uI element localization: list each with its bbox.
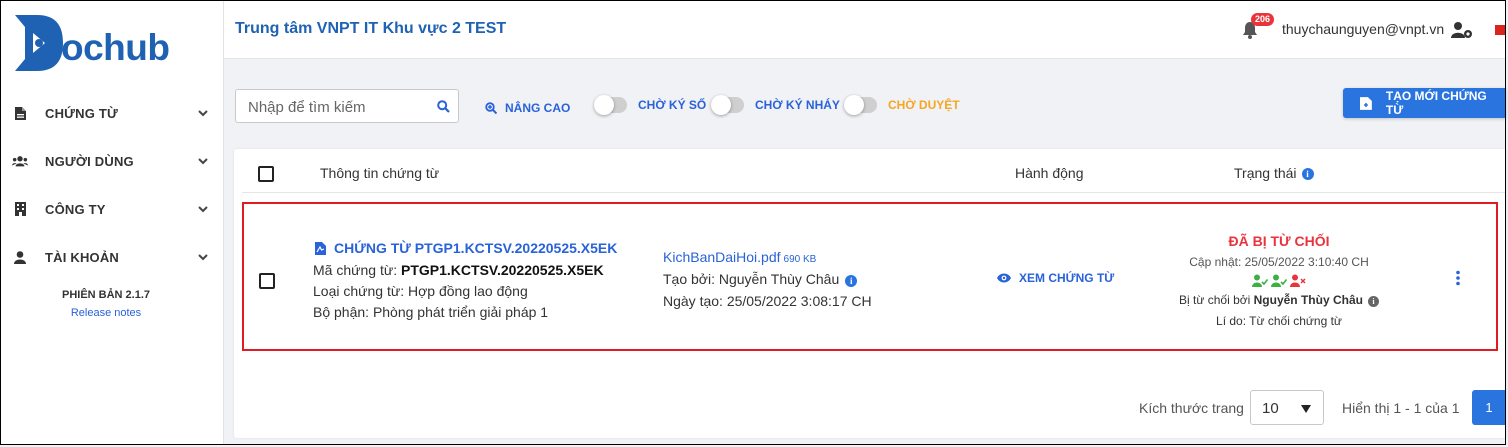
document-code-label: Mã chứng từ:	[313, 262, 401, 278]
user-settings-icon[interactable]	[1451, 21, 1473, 39]
sidebar-item-account[interactable]: TÀI KHOẢN	[1, 233, 223, 281]
user-icon	[12, 249, 28, 265]
sidebar-item-documents[interactable]: CHỨNG TỪ	[1, 89, 223, 137]
rejected-by-label: Bị từ chối bởi	[1179, 293, 1254, 307]
page-size-select[interactable]: 10	[1250, 390, 1324, 425]
advanced-search-label: NÂNG CAO	[505, 101, 571, 115]
logo[interactable]: ochub	[13, 13, 183, 73]
toggle-switch[interactable]	[844, 95, 877, 115]
pdf-file-icon	[315, 241, 326, 255]
filter-waiting-digital-sign[interactable]: CHỜ KÝ SỐ	[594, 95, 707, 115]
header-action: Hành động	[1015, 165, 1084, 181]
create-document-label: TẠO MỚI CHỨNG TỪ	[1385, 89, 1487, 117]
header-status-label: Trạng thái	[1234, 165, 1297, 181]
rejection-reason: Lí do: Từ chối chứng từ	[1216, 314, 1342, 328]
user-email[interactable]: thuychaunguyen@vnpt.vn	[1282, 21, 1444, 37]
sidebar-menu: CHỨNG TỪ NGƯỜI DÙNG CÔNG TY TÀI KHOẢN	[1, 89, 223, 281]
status-updated-time: Cập nhật: 25/05/2022 3:10:40 CH	[1189, 255, 1369, 269]
zoom-in-icon	[485, 102, 497, 114]
document-title: CHỨNG TỪ PTGP1.KCTSV.20220525.X5EK	[334, 240, 618, 256]
new-document-icon	[1360, 96, 1372, 110]
status-badge: ĐÃ BỊ TỪ CHỐI	[1228, 233, 1330, 249]
search-box	[235, 89, 459, 124]
eye-icon	[997, 273, 1011, 283]
attached-file-link[interactable]: KichBanDaiHoi.pdf 690 KB	[663, 249, 816, 265]
info-icon[interactable]: i	[1301, 168, 1314, 180]
row-select-checkbox[interactable]	[259, 273, 275, 289]
created-by-text: Tạo bởi: Nguyễn Thùy Châu	[663, 271, 840, 287]
release-notes-link[interactable]: Release notes	[1, 307, 211, 319]
signer-status-list	[1144, 274, 1414, 288]
created-by: Tạo bởi: Nguyễn Thùy Châu i	[663, 271, 858, 287]
search-icon[interactable]	[437, 100, 450, 113]
page-size-label: Kích thước trang	[1139, 400, 1244, 416]
advanced-search-button[interactable]: NÂNG CAO	[485, 101, 570, 115]
page-size-value: 10	[1262, 400, 1279, 417]
file-name: KichBanDaiHoi.pdf	[663, 249, 781, 265]
filter-label: CHỜ KÝ NHÁY	[755, 98, 840, 112]
view-document-label: XEM CHỨNG TỪ	[1019, 271, 1115, 285]
chevron-down-icon	[197, 251, 209, 263]
filter-waiting-initial-sign[interactable]: CHỜ KÝ NHÁY	[711, 95, 840, 115]
rejected-by-name: Nguyễn Thùy Châu	[1253, 293, 1363, 307]
document-icon	[12, 105, 28, 121]
filter-label: CHỜ KÝ SỐ	[638, 98, 707, 112]
sidebar-item-label: NGƯỜI DÙNG	[45, 153, 134, 169]
toggle-switch[interactable]	[594, 95, 627, 115]
filter-waiting-approval[interactable]: CHỜ DUYỆT	[844, 95, 960, 115]
chevron-down-icon	[197, 155, 209, 167]
sidebar-item-label: TÀI KHOẢN	[45, 249, 120, 265]
document-department: Bộ phận: Phòng phát triển giải pháp 1	[313, 304, 549, 320]
sidebar-item-label: CÔNG TY	[45, 201, 106, 217]
filter-label: CHỜ DUYỆT	[888, 98, 960, 112]
header-status: Trạng thái i	[1234, 165, 1314, 181]
signer-approved-icon[interactable]	[1252, 274, 1268, 287]
top-header: Trung tâm VNPT IT Khu vực 2 TEST 206 thu…	[224, 1, 1506, 59]
header-document-info: Thông tin chứng từ	[320, 165, 440, 181]
notification-count-badge: 206	[1251, 13, 1275, 26]
rejected-by: Bị từ chối bởi Nguyễn Thùy Châu i	[1144, 293, 1414, 307]
document-code-value: PTGP1.KCTSV.20220525.X5EK	[401, 262, 604, 278]
more-options-icon[interactable]	[1455, 270, 1461, 286]
sidebar-item-label: CHỨNG TỪ	[45, 105, 118, 121]
logo-text: ochub	[61, 27, 170, 68]
search-input[interactable]	[246, 90, 430, 124]
app-version: PHIÊN BẢN 2.1.7	[61, 289, 151, 301]
table-row: CHỨNG TỪ PTGP1.KCTSV.20220525.X5EK Mã ch…	[242, 202, 1498, 351]
chevron-down-icon	[197, 203, 209, 215]
sidebar-item-users[interactable]: NGƯỜI DÙNG	[1, 137, 223, 185]
caret-down-icon	[1301, 405, 1311, 413]
file-size: 690 KB	[783, 254, 817, 265]
sidebar: ochub CHỨNG TỪ NGƯỜI DÙNG CÔNG TY TÀI KH…	[1, 1, 224, 445]
signer-rejected-icon[interactable]	[1290, 274, 1306, 287]
documents-table: Thông tin chứng từ Hành động Trạng thái i…	[234, 149, 1506, 438]
create-document-button[interactable]: TẠO MỚI CHỨNG TỪ	[1343, 88, 1506, 118]
organization-title: Trung tâm VNPT IT Khu vực 2 TEST	[235, 20, 507, 37]
toggle-switch[interactable]	[711, 95, 744, 115]
document-type: Loại chứng từ: Hợp đồng lao động	[313, 283, 528, 299]
created-at: Ngày tạo: 25/05/2022 3:08:17 CH	[663, 293, 872, 309]
sidebar-item-company[interactable]: CÔNG TY	[1, 185, 223, 233]
users-icon	[12, 153, 28, 169]
select-all-checkbox[interactable]	[258, 166, 274, 182]
info-icon[interactable]: i	[845, 275, 858, 287]
language-flag-icon[interactable]	[1495, 25, 1505, 35]
page-button-1[interactable]: 1	[1472, 390, 1506, 425]
pagination-range: Hiển thị 1 - 1 của 1	[1342, 400, 1460, 416]
table-header: Thông tin chứng từ Hành động Trạng thái i	[242, 149, 1506, 193]
info-icon[interactable]: i	[1367, 296, 1379, 307]
building-icon	[12, 201, 28, 217]
document-code: Mã chứng từ: PTGP1.KCTSV.20220525.X5EK	[313, 262, 604, 278]
document-title-link[interactable]: CHỨNG TỪ PTGP1.KCTSV.20220525.X5EK	[315, 240, 617, 256]
signer-approved-icon[interactable]	[1271, 274, 1287, 287]
chevron-down-icon	[197, 107, 209, 119]
view-document-button[interactable]: XEM CHỨNG TỪ	[997, 271, 1114, 285]
